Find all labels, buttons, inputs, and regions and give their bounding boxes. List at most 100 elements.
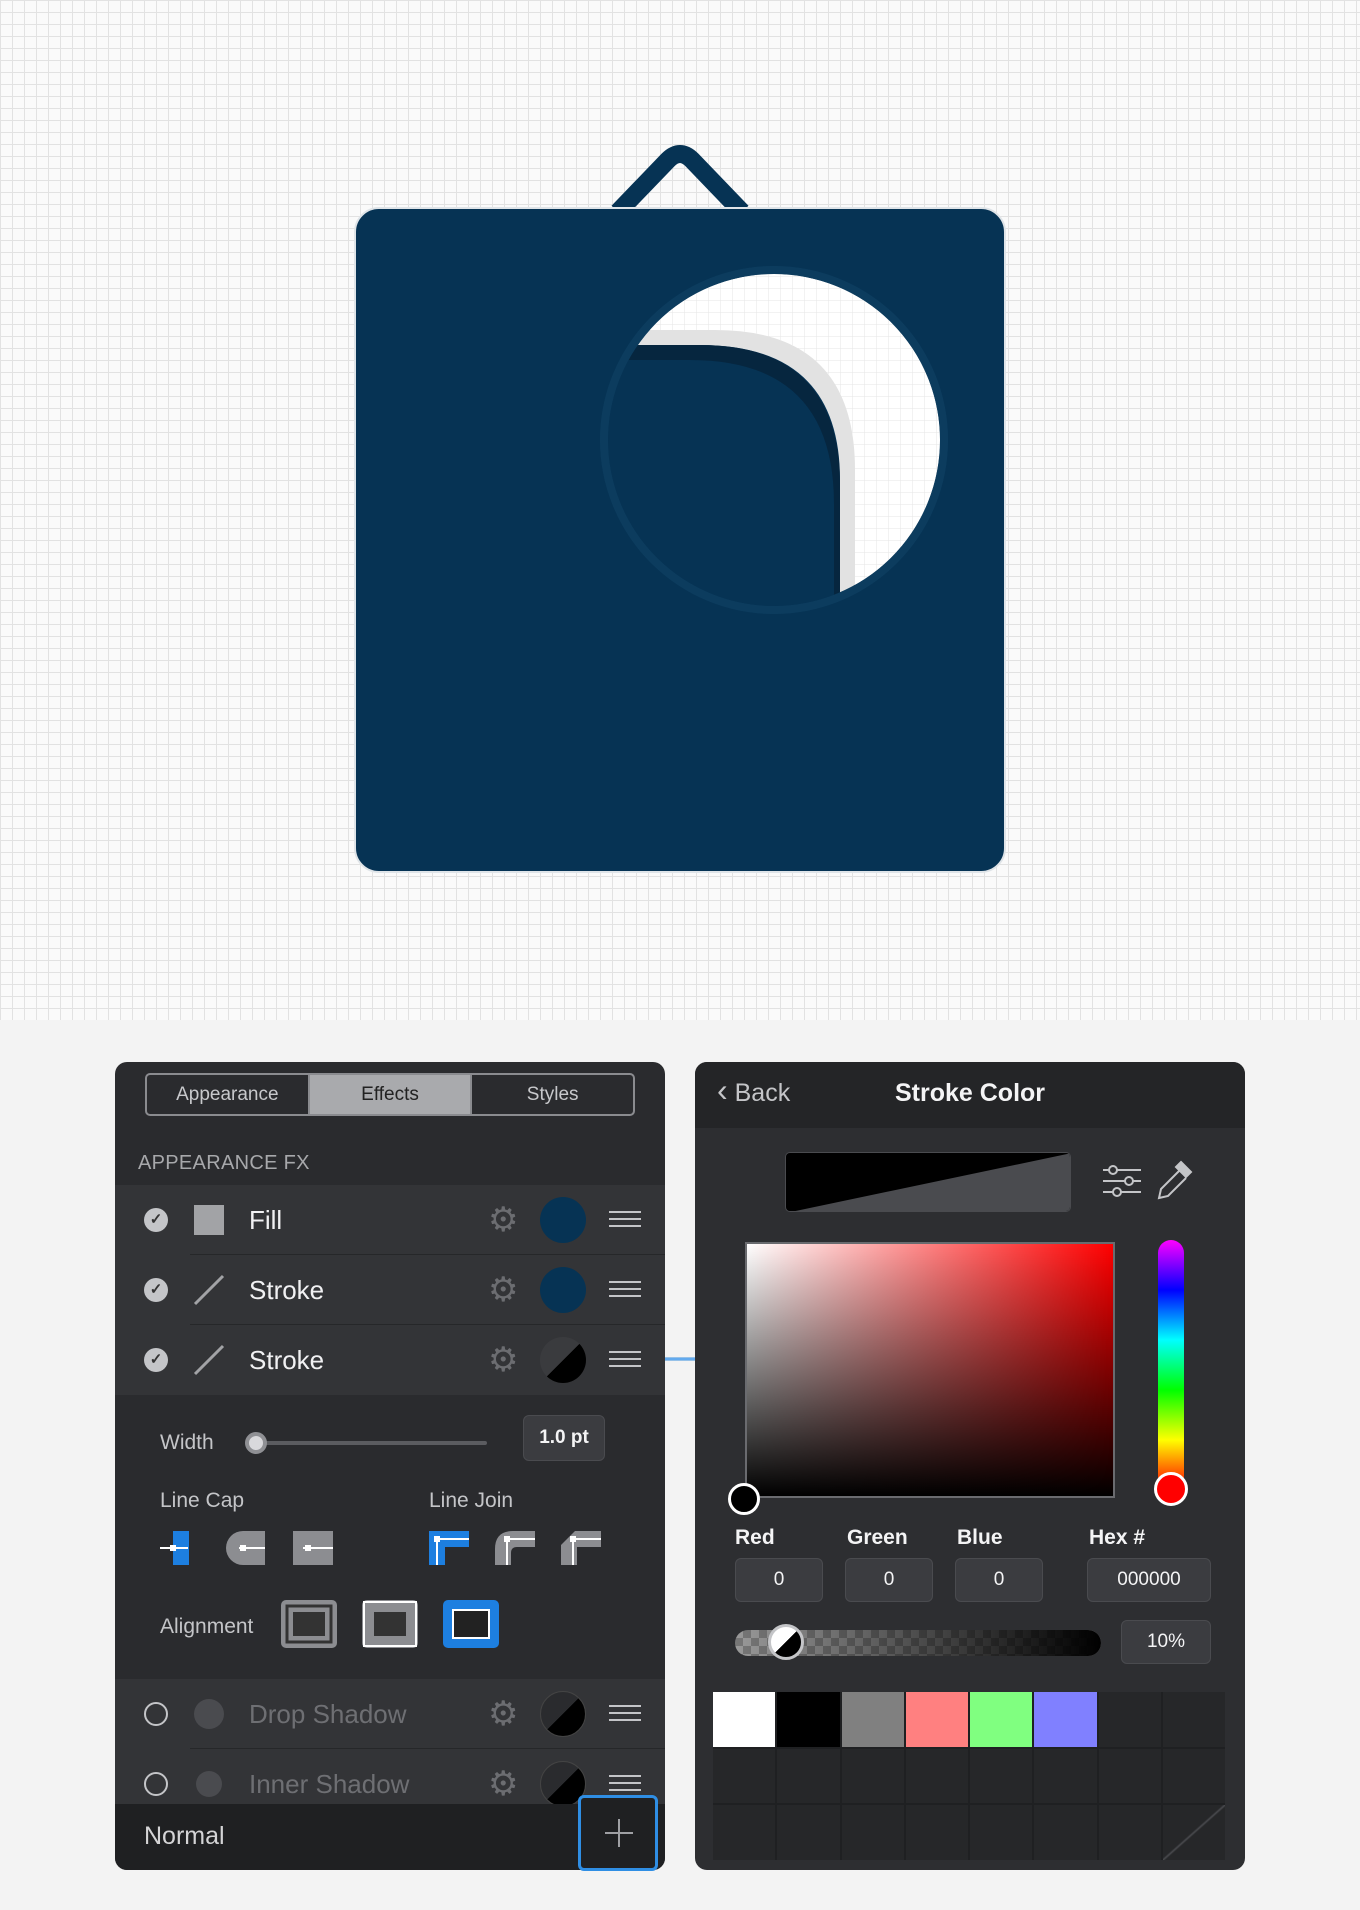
enabled-check-icon[interactable]: ✓: [144, 1208, 168, 1232]
cap-square-button[interactable]: [293, 1531, 333, 1565]
align-inside-button[interactable]: [362, 1600, 418, 1648]
width-slider-knob[interactable]: [244, 1432, 267, 1454]
fx-row-stroke-2[interactable]: ✓ Stroke ⚙: [115, 1325, 665, 1395]
fx-row-stroke-1[interactable]: ✓ Stroke ⚙: [115, 1255, 665, 1325]
palette-swatch-empty[interactable]: [713, 1805, 776, 1860]
line-cap-label: Line Cap: [160, 1489, 245, 1512]
palette-swatch-empty[interactable]: [1034, 1805, 1097, 1860]
red-label: Red: [735, 1526, 775, 1549]
section-title: APPEARANCE FX: [138, 1152, 310, 1174]
fx-row-drop-shadow[interactable]: Drop Shadow ⚙: [115, 1679, 665, 1749]
opacity-slider-knob[interactable]: [767, 1624, 804, 1660]
palette-swatch-empty[interactable]: [777, 1805, 840, 1860]
palette-swatch-gray[interactable]: [841, 1692, 904, 1747]
palette-swatch-empty[interactable]: [713, 1748, 776, 1804]
cap-butt-button[interactable]: [160, 1531, 200, 1565]
saturation-brightness-picker[interactable]: [745, 1242, 1115, 1498]
clipboard-artwork: [354, 145, 1006, 873]
green-input[interactable]: 0: [845, 1558, 933, 1602]
align-center-button[interactable]: [281, 1600, 337, 1648]
palette-swatch-empty[interactable]: [970, 1748, 1033, 1804]
palette-swatch-empty[interactable]: [1162, 1692, 1225, 1747]
fx-row-fill[interactable]: ✓ Fill ⚙: [115, 1185, 665, 1255]
stroke-color-swatch[interactable]: [540, 1337, 586, 1383]
hue-slider-knob[interactable]: [1154, 1472, 1188, 1506]
color-palette: [713, 1692, 1225, 1860]
palette-swatch-empty[interactable]: [970, 1805, 1033, 1860]
blend-mode-select[interactable]: Normal: [144, 1822, 225, 1851]
fx-label: Inner Shadow: [249, 1769, 410, 1799]
color-preview: [785, 1152, 1071, 1212]
palette-swatch-empty[interactable]: [1098, 1748, 1161, 1804]
fill-square-icon: [193, 1204, 225, 1236]
fx-label: Drop Shadow: [249, 1699, 407, 1729]
fill-color-swatch[interactable]: [540, 1197, 586, 1243]
red-input[interactable]: 0: [735, 1558, 823, 1602]
gear-icon[interactable]: ⚙: [488, 1697, 518, 1731]
eyedropper-icon[interactable]: [1155, 1158, 1195, 1207]
panel-tabs: Appearance Effects Styles: [145, 1073, 635, 1116]
stroke-color-panel: ‹ Back Stroke Color Red Green Blue Hex #…: [695, 1062, 1245, 1870]
palette-swatch-empty[interactable]: [841, 1748, 904, 1804]
disabled-radio-icon[interactable]: [144, 1772, 168, 1796]
palette-swatch-empty[interactable]: [841, 1805, 904, 1860]
palette-swatch-none[interactable]: [1162, 1805, 1225, 1860]
drag-handle-icon[interactable]: [609, 1281, 641, 1297]
alignment-label: Alignment: [160, 1615, 254, 1638]
cap-round-button[interactable]: [225, 1531, 265, 1565]
join-round-button[interactable]: [495, 1531, 535, 1565]
stroke-color-swatch[interactable]: [540, 1267, 586, 1313]
tab-appearance[interactable]: Appearance: [147, 1075, 310, 1114]
hue-slider[interactable]: [1158, 1240, 1184, 1490]
palette-swatch-empty[interactable]: [777, 1748, 840, 1804]
blue-input[interactable]: 0: [955, 1558, 1043, 1602]
enabled-check-icon[interactable]: ✓: [144, 1348, 168, 1372]
drag-handle-icon[interactable]: [609, 1705, 641, 1721]
dot-icon: [193, 1768, 225, 1800]
palette-swatch-white[interactable]: [713, 1692, 776, 1747]
tab-effects[interactable]: Effects: [309, 1075, 473, 1114]
palette-swatch-empty[interactable]: [905, 1748, 968, 1804]
panel-header: ‹ Back Stroke Color: [695, 1062, 1245, 1128]
blue-label: Blue: [957, 1526, 1003, 1549]
drag-handle-icon[interactable]: [609, 1351, 641, 1367]
hex-label: Hex #: [1089, 1526, 1146, 1549]
palette-swatch-empty[interactable]: [1162, 1748, 1225, 1804]
tab-styles[interactable]: Styles: [472, 1075, 633, 1114]
drag-handle-icon[interactable]: [609, 1775, 641, 1791]
gear-icon[interactable]: ⚙: [488, 1343, 518, 1377]
palette-swatch-pink[interactable]: [905, 1692, 968, 1747]
palette-swatch-empty[interactable]: [1098, 1805, 1161, 1860]
hex-input[interactable]: 000000: [1087, 1558, 1211, 1602]
fx-label: Fill: [249, 1205, 283, 1235]
palette-swatch-green[interactable]: [970, 1692, 1033, 1747]
width-value[interactable]: 1.0 pt: [523, 1415, 605, 1461]
join-miter-button[interactable]: [429, 1531, 469, 1565]
hanger-hook: [611, 145, 749, 219]
picker-knob[interactable]: [728, 1483, 760, 1515]
disabled-radio-icon[interactable]: [144, 1702, 168, 1726]
palette-swatch-blue[interactable]: [1034, 1692, 1097, 1747]
line-join-label: Line Join: [429, 1489, 514, 1512]
gear-icon[interactable]: ⚙: [488, 1273, 518, 1307]
palette-swatch-empty[interactable]: [905, 1805, 968, 1860]
fx-label: Stroke: [249, 1345, 325, 1375]
align-outside-button[interactable]: [443, 1600, 499, 1648]
gear-icon[interactable]: ⚙: [488, 1767, 518, 1801]
shadow-color-swatch[interactable]: [540, 1691, 586, 1737]
drag-handle-icon[interactable]: [609, 1211, 641, 1227]
stroke-line-icon: [193, 1274, 225, 1306]
palette-swatch-empty[interactable]: [1034, 1748, 1097, 1804]
palette-swatch-black[interactable]: [777, 1692, 840, 1747]
add-effect-button[interactable]: [578, 1795, 658, 1871]
green-label: Green: [847, 1526, 908, 1549]
palette-swatch-empty[interactable]: [1098, 1692, 1161, 1747]
appearance-panel: Appearance Effects Styles APPEARANCE FX …: [115, 1062, 665, 1870]
artboard-canvas[interactable]: [0, 0, 1360, 1020]
enabled-check-icon[interactable]: ✓: [144, 1278, 168, 1302]
join-bevel-button[interactable]: [561, 1531, 601, 1565]
gear-icon[interactable]: ⚙: [488, 1203, 518, 1237]
opacity-input[interactable]: 10%: [1121, 1620, 1211, 1664]
width-slider[interactable]: [251, 1441, 487, 1445]
sliders-icon[interactable]: [1103, 1162, 1141, 1205]
